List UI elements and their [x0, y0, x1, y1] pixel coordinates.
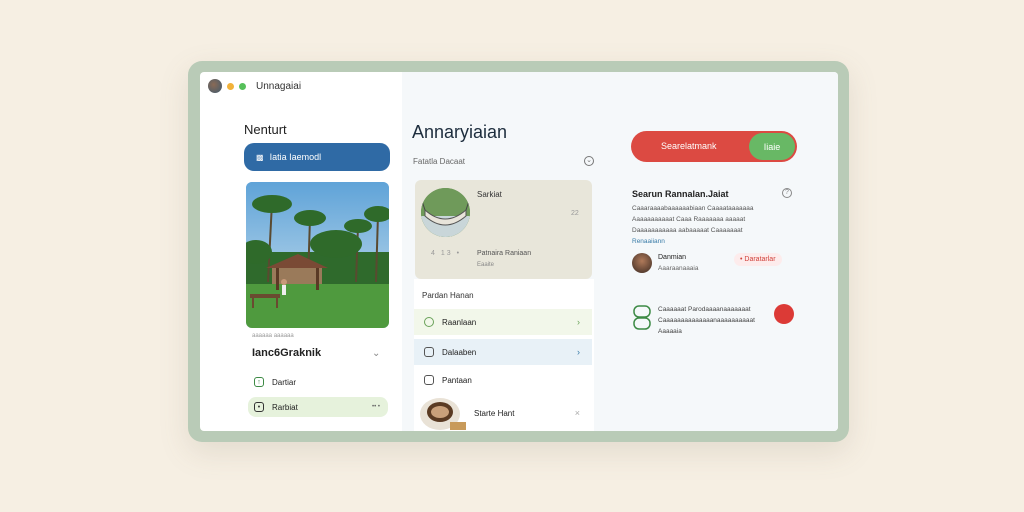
sidebar-heading: Nenturt: [244, 122, 287, 137]
list-item-label: Starte Hant: [474, 408, 515, 418]
sidebar-item-label: Dartiar: [272, 377, 297, 387]
sidebar-item-label: Rarbiat: [272, 402, 298, 412]
primary-action-label: Iatia Iaemodl: [269, 152, 322, 162]
chevron-down-icon[interactable]: ⌄: [372, 348, 380, 359]
check-circle-icon: [424, 317, 434, 327]
list-item-label: Raanlaan: [442, 317, 477, 327]
page-title: Annaryiaian: [412, 122, 508, 142]
item-list: Pardan Hanan Raanlaan › Dalaaben › Panta…: [414, 279, 594, 431]
maximize-dot-icon[interactable]: [239, 82, 246, 90]
list-item-label: Pantaan: [442, 375, 472, 385]
panel-link[interactable]: Renaaiiann: [632, 238, 665, 245]
chevron-right-icon[interactable]: ›: [577, 347, 580, 357]
coffee-image: [420, 398, 466, 430]
plant-icon: ↑: [254, 377, 264, 387]
sidebar-item[interactable]: ↑ Dartiar: [248, 372, 388, 392]
card-stats: 4 13 •: [431, 250, 462, 257]
more-icon[interactable]: •• •: [372, 404, 380, 410]
leaf-icon: [632, 304, 652, 332]
page-subtitle: Fatatla Dacaat: [413, 157, 466, 166]
avatar: [632, 253, 652, 273]
mode-toggle[interactable]: Searelatmank Iiaie: [631, 131, 797, 162]
person-role: Aaaraanaaaia: [658, 265, 699, 272]
person-row[interactable]: Danmian Aaaraanaaaia • Daratarlar: [632, 252, 802, 276]
list-item[interactable]: Starte Hant ×: [414, 396, 592, 430]
list-item[interactable]: Pantaan: [414, 367, 592, 393]
window-title: Unnagaiai: [256, 80, 302, 92]
card-name: Sarkiat: [477, 190, 502, 199]
document-icon: [424, 347, 434, 357]
primary-action-button[interactable]: ▩ Iatia Iaemodl: [244, 143, 390, 171]
hammock-image: [421, 188, 470, 237]
chevron-right-icon[interactable]: ›: [577, 317, 580, 327]
toggle-label: Searelatmank: [661, 141, 717, 151]
card-subtext: Eaaite: [477, 262, 495, 268]
app-window: Unnagaiai Nenturt ▩ Iatia Iaemodl aaaaaa…: [200, 72, 838, 431]
status-badge[interactable]: • Daratarlar: [734, 253, 782, 266]
panel-title: Searun Rannalan.Jaiat: [632, 189, 729, 199]
list-item[interactable]: Dalaaben ›: [414, 339, 592, 365]
section-title: Ianc6Graknik: [252, 347, 322, 359]
toggle-knob[interactable]: Iiaie: [749, 133, 795, 160]
alert-dot-icon[interactable]: [774, 304, 794, 324]
close-icon[interactable]: ×: [575, 408, 580, 418]
lock-icon: ▩: [256, 152, 264, 162]
status-badge-label: Daratarlar: [744, 256, 776, 263]
person-name: Danmian: [658, 254, 687, 261]
document-icon: •: [254, 402, 264, 412]
notice-row[interactable]: Caaaaaat Parodaaaanaaaaaaat Caaaaaaaaaaa…: [632, 304, 802, 336]
featured-card[interactable]: Sarkiat 22 4 13 • Patnaira Raniaan Eaait…: [415, 180, 592, 279]
card-count: 22: [571, 210, 579, 217]
list-item[interactable]: Raanlaan ›: [414, 309, 592, 335]
list-title: Pardan Hanan: [422, 291, 474, 300]
landscape-photo[interactable]: [246, 182, 389, 328]
notice-text: Caaaaaat Parodaaaanaaaaaaat Caaaaaaaaaaa…: [658, 306, 755, 335]
panel-description: Caaaraaaabaaaaaabiaan Caaaataaaaaaa Aaaa…: [632, 203, 782, 247]
list-item-label: Dalaaben: [442, 347, 477, 357]
coffee-thumbnail: [420, 396, 466, 430]
sidebar-item-selected[interactable]: • Rarbiat •• •: [248, 397, 388, 417]
checkbox-icon: [424, 375, 434, 385]
chevron-circle-icon[interactable]: ⌄: [584, 156, 594, 166]
card-status: Patnaira Raniaan: [477, 250, 532, 257]
user-avatar[interactable]: [208, 79, 222, 93]
toggle-knob-label: Iiaie: [763, 141, 781, 152]
hammock-thumbnail: [421, 188, 470, 237]
window-titlebar: Unnagaiai: [208, 78, 301, 94]
panel-description-text: Caaaraaaabaaaaaabiaan Caaaataaaaaaa Aaaa…: [632, 205, 754, 234]
minimize-dot-icon[interactable]: [227, 82, 234, 90]
section-caption: aaaaaa aaaaaa: [252, 333, 294, 339]
landscape-image: [246, 182, 389, 328]
left-sidebar: Nenturt ▩ Iatia Iaemodl aaaaaa aaaaaa Ia…: [244, 122, 392, 417]
help-icon[interactable]: ?: [782, 188, 792, 198]
